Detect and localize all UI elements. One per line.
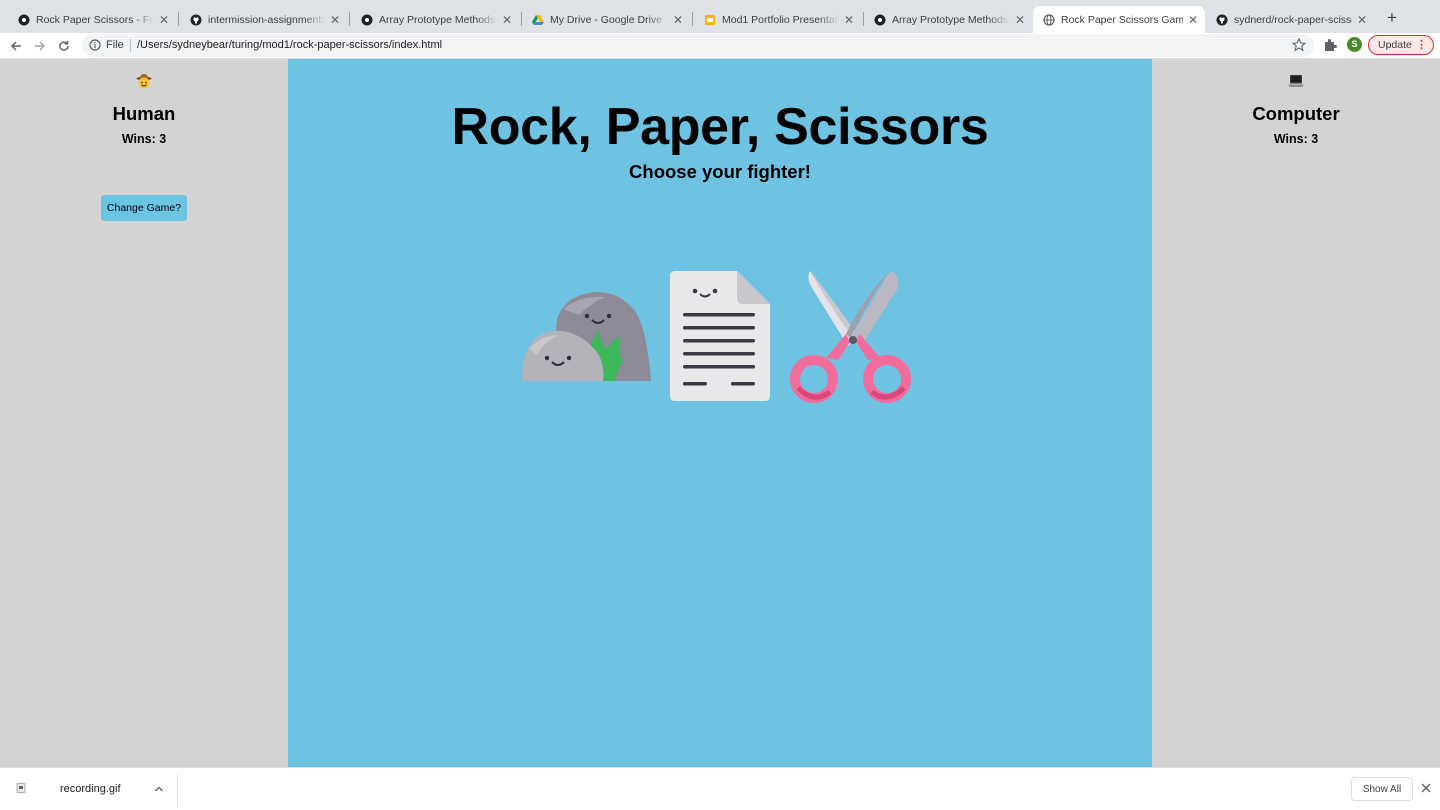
reload-button[interactable] [55,37,73,55]
info-icon[interactable] [89,39,101,51]
file-scheme-label: File [106,39,124,51]
update-label: Update [1378,39,1412,51]
turing-icon [361,14,373,26]
tab-title: Array Prototype Methods: Iter [892,13,1010,26]
change-game-button[interactable]: Change Game? [101,195,187,221]
tab-google-drive[interactable]: My Drive - Google Drive ✕ [522,6,690,33]
tab-title: sydnerd/rock-paper-scissors [1234,13,1352,26]
bookmark-star-icon[interactable] [1292,38,1306,52]
gif-file-icon [16,783,26,793]
close-icon[interactable] [1420,782,1432,794]
back-button[interactable] [7,37,25,55]
tab-title: Rock Paper Scissors Game [1061,13,1183,26]
download-divider [177,773,178,806]
download-bar: recording.gif Show All [0,767,1440,810]
google-slides-icon [704,14,716,26]
globe-icon [1043,13,1055,26]
tab-divider [178,12,179,26]
laptop-emoji-icon [1288,75,1304,87]
tab-mod1-portfolio-presentation[interactable]: Mod1 Portfolio Presentation - ✕ [694,6,861,33]
page-viewport: Human Wins: 3 Change Game? Rock, Paper, … [0,59,1440,767]
extensions-puzzle-icon[interactable] [1323,38,1337,52]
address-divider [130,39,131,52]
close-tab-icon[interactable]: ✕ [1014,13,1026,27]
computer-name: Computer [1252,103,1340,124]
human-wins: Wins: 3 [121,132,167,146]
tab-array-prototype-methods-2[interactable]: Array Prototype Methods: Iter ✕ [864,6,1032,33]
browser-tab-strip: Rock Paper Scissors - Front-end ✕ interm… [0,0,1440,33]
tab-sydnerd-rock-paper-scissors[interactable]: sydnerd/rock-paper-scissors ✕ [1206,6,1374,33]
human-name: Human [112,103,176,124]
tab-title: Mod1 Portfolio Presentation - [722,13,839,26]
forward-button[interactable] [31,37,49,55]
close-tab-icon[interactable]: ✕ [843,13,855,27]
close-tab-icon[interactable]: ✕ [158,13,170,27]
tab-rock-paper-scissors-frontend[interactable]: Rock Paper Scissors - Front-end ✕ [8,6,176,33]
github-icon [1216,14,1228,26]
close-tab-icon[interactable]: ✕ [501,13,513,27]
tab-title: intermission-assignments/pre [208,13,325,26]
download-file-name[interactable]: recording.gif [60,783,121,795]
tab-divider [692,12,693,26]
address-bar[interactable]: File /Users/sydneybear/turing/mod1/rock-… [82,34,1314,57]
tab-title: My Drive - Google Drive [550,13,663,26]
turing-icon [874,14,886,26]
update-button[interactable]: Update ⋮ [1368,35,1434,55]
scissors-icon[interactable] [786,270,920,404]
tab-title: Array Prototype Methods: Iter [379,13,497,26]
tab-rock-paper-scissors-game[interactable]: Rock Paper Scissors Game ✕ [1033,6,1205,33]
new-tab-button[interactable]: + [1383,9,1401,27]
url-text[interactable]: /Users/sydneybear/turing/mod1/rock-paper… [137,39,442,51]
game-board: Rock, Paper, Scissors Choose your fighte… [288,59,1152,767]
cowboy-emoji-icon [136,74,152,89]
chevron-up-icon[interactable] [153,783,165,795]
paper-icon[interactable] [669,270,771,402]
computer-panel: Computer Wins: 3 [1152,59,1440,767]
more-menu-icon[interactable]: ⋮ [1416,39,1427,51]
close-tab-icon[interactable]: ✕ [672,13,684,27]
game-subtitle: Choose your fighter! [629,161,811,182]
arrow-right-icon [35,41,45,51]
close-tab-icon[interactable]: ✕ [1356,13,1368,27]
reload-icon [59,40,69,51]
human-panel: Human Wins: 3 Change Game? [0,59,288,767]
browser-toolbar: File /Users/sydneybear/turing/mod1/rock-… [0,33,1440,59]
turing-icon [18,14,30,26]
game-title: Rock, Paper, Scissors [451,98,989,156]
computer-wins: Wins: 3 [1273,132,1319,146]
profile-avatar[interactable]: S [1347,37,1362,52]
close-tab-icon[interactable]: ✕ [329,13,341,27]
arrow-left-icon [11,41,21,51]
close-tab-icon[interactable]: ✕ [1187,13,1199,27]
tab-intermission-assignments[interactable]: intermission-assignments/pre ✕ [180,6,347,33]
github-icon [190,14,202,26]
google-drive-icon [532,14,544,26]
tab-title: Rock Paper Scissors - Front-end [36,13,154,26]
tab-array-prototype-methods[interactable]: Array Prototype Methods: Iter ✕ [351,6,519,33]
show-all-button[interactable]: Show All [1351,777,1413,801]
tab-divider [349,12,350,26]
rock-icon[interactable] [521,289,653,383]
